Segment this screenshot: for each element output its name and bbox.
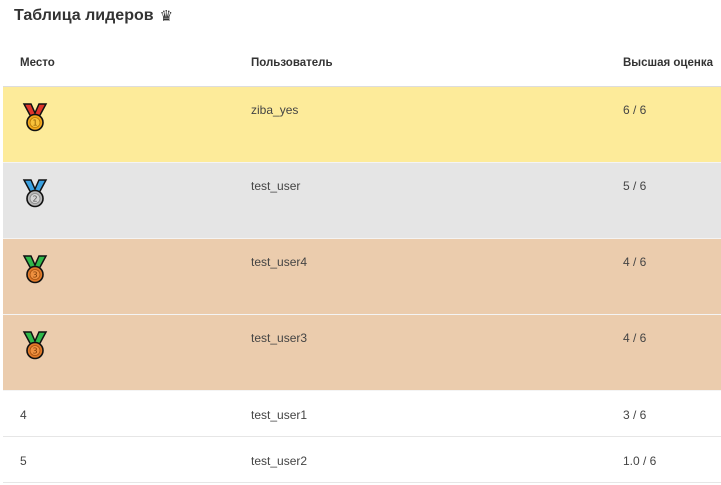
column-header-place: Место <box>20 57 55 69</box>
table-row: 2 test_user 5 / 6 <box>3 163 721 239</box>
best-score: 3 / 6 <box>623 408 647 422</box>
column-header-score: Высшая оценка <box>623 57 713 69</box>
table-row: 5 test_user2 1.0 / 6 <box>3 437 721 483</box>
table-row: 4 test_user1 3 / 6 <box>3 391 721 437</box>
best-score: 4 / 6 <box>623 255 647 269</box>
table-row: 1 ziba_yes 6 / 6 <box>3 87 721 163</box>
user-name: test_user1 <box>251 408 308 422</box>
table-row: 3 test_user3 4 / 6 <box>3 315 721 391</box>
table-row: 3 test_user4 4 / 6 <box>3 239 721 315</box>
best-score: 1.0 / 6 <box>623 454 657 468</box>
user-name: test_user4 <box>251 255 308 269</box>
user-name: test_user <box>251 179 301 193</box>
place-number: 5 <box>20 454 27 468</box>
crown-icon: ♛ <box>159 8 174 25</box>
user-name: test_user3 <box>251 331 308 345</box>
medal-number: 2 <box>32 195 37 204</box>
page-title-text: Таблица лидеров <box>14 7 154 24</box>
table-header: Место Пользователь Высшая оценка <box>3 40 721 87</box>
best-score: 6 / 6 <box>623 103 647 117</box>
leaderboard-table: Место Пользователь Высшая оценка 1 ziba_… <box>3 40 721 483</box>
medal-number: 3 <box>32 347 37 356</box>
user-name: test_user2 <box>251 454 308 468</box>
best-score: 4 / 6 <box>623 331 647 345</box>
medal-number: 1 <box>32 119 37 128</box>
silver-medal-icon: 2 <box>22 179 48 208</box>
bronze-medal-icon: 3 <box>22 255 48 284</box>
bronze-medal-icon: 3 <box>22 331 48 360</box>
column-header-user: Пользователь <box>251 57 333 69</box>
best-score: 5 / 6 <box>623 179 647 193</box>
user-name: ziba_yes <box>251 103 299 117</box>
page-title: Таблица лидеров ♛ <box>14 7 173 25</box>
gold-medal-icon: 1 <box>22 103 48 132</box>
place-number: 4 <box>20 408 27 422</box>
medal-number: 3 <box>32 271 37 280</box>
